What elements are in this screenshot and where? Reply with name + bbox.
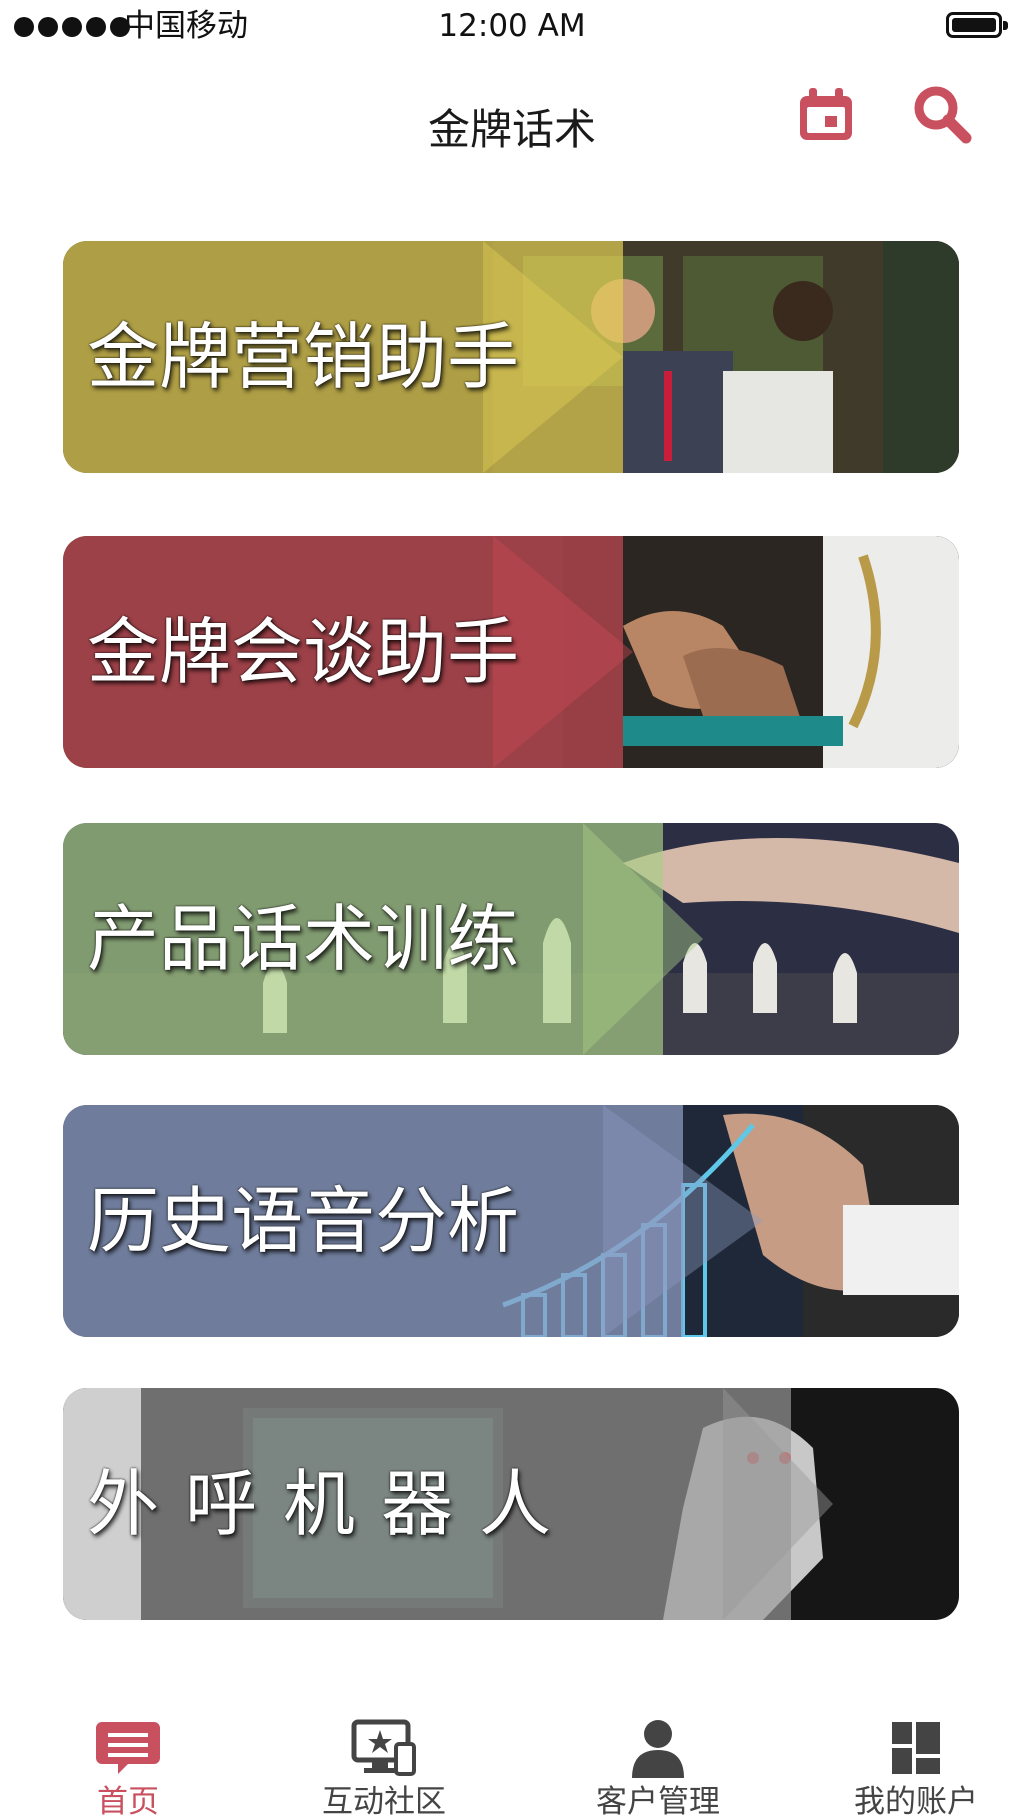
- card-label: 历史语音分析: [87, 1179, 520, 1263]
- tab-community[interactable]: 互动社区: [256, 1696, 512, 1820]
- person-icon: [632, 1720, 684, 1778]
- card-label: 金牌营销助手: [87, 315, 520, 399]
- card-label: 产品话术训练: [87, 897, 520, 981]
- card-marketing-assistant[interactable]: 金牌营销助手: [63, 241, 959, 473]
- page-title: 金牌话术: [427, 105, 596, 154]
- navigation-bar: 金牌话术: [0, 60, 1024, 190]
- search-icon[interactable]: [910, 82, 974, 146]
- tab-label: 首页: [97, 1784, 159, 1820]
- tab-label: 我的账户: [854, 1784, 978, 1820]
- calendar-icon[interactable]: [794, 82, 858, 146]
- chat-bubble-icon: [96, 1722, 160, 1774]
- tab-home[interactable]: 首页: [0, 1696, 256, 1820]
- tab-bar: 首页 互动社区 客户管理 我的账户: [0, 1696, 1024, 1820]
- tab-account[interactable]: 我的账户: [788, 1696, 1024, 1820]
- monitor-star-icon: [351, 1719, 416, 1776]
- card-meeting-assistant[interactable]: 金牌会谈助手: [63, 536, 959, 768]
- card-voice-analysis[interactable]: 历史语音分析: [63, 1105, 959, 1337]
- status-time: 12:00 AM: [438, 8, 586, 44]
- tab-customers[interactable]: 客户管理: [530, 1696, 786, 1820]
- tab-label: 互动社区: [322, 1784, 446, 1820]
- tab-label: 客户管理: [596, 1784, 720, 1820]
- card-product-training[interactable]: 产品话术训练: [63, 823, 959, 1055]
- status-bar: 中国移动 12:00 AM: [0, 0, 1024, 54]
- dashboard-grid-icon: [892, 1722, 940, 1774]
- card-label: 外呼机器人: [87, 1462, 578, 1546]
- card-outbound-robot[interactable]: 外呼机器人: [63, 1388, 959, 1620]
- battery-icon: [946, 12, 1008, 38]
- card-label: 金牌会谈助手: [87, 610, 520, 694]
